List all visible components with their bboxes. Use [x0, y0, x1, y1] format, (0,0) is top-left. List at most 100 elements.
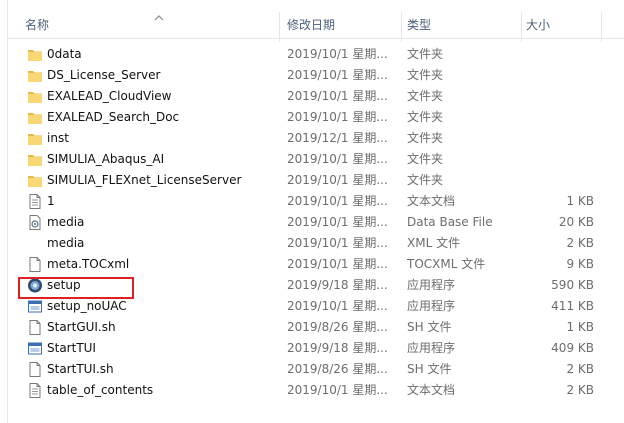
- folder-icon: [27, 172, 43, 189]
- xml-file-icon: [27, 235, 43, 252]
- file-date: 2019/12/1 星期...: [287, 131, 388, 145]
- folder-icon: [27, 130, 43, 147]
- file-name: StartGUI.sh: [47, 320, 116, 334]
- blank-file-icon: [27, 361, 43, 378]
- file-date: 2019/10/1 星期...: [287, 194, 388, 208]
- file-row[interactable]: table_of_contents 2019/10/1 星期... 文本文档 2 KB: [8, 380, 624, 401]
- file-type: 文件夹: [407, 47, 444, 61]
- file-type: 文件夹: [407, 89, 444, 103]
- file-date: 2019/10/1 星期...: [287, 173, 388, 187]
- file-size: [522, 170, 594, 191]
- file-size: 2 KB: [566, 383, 594, 397]
- column-header-bar: 名称 修改日期 类型 大小: [8, 8, 624, 42]
- file-size: [522, 65, 594, 86]
- file-type: 文件夹: [407, 152, 444, 166]
- file-name: table_of_contents: [47, 383, 154, 397]
- file-name: 1: [47, 194, 55, 208]
- file-row[interactable]: media 2019/10/1 星期... XML 文件 2 KB: [8, 233, 624, 254]
- column-divider[interactable]: [401, 12, 402, 42]
- file-type: 文件夹: [407, 68, 444, 82]
- file-name: meta.TOCxml: [47, 257, 130, 271]
- file-date: 2019/10/1 星期...: [287, 47, 388, 61]
- file-row[interactable]: 0data 2019/10/1 星期... 文件夹: [8, 44, 624, 65]
- column-header-type[interactable]: 类型: [407, 8, 517, 38]
- file-date: 2019/10/1 星期...: [287, 215, 388, 229]
- file-size: [522, 149, 594, 170]
- app-window-icon: [27, 340, 43, 357]
- file-type: 文本文档: [407, 194, 456, 208]
- file-date: 2019/10/1 星期...: [287, 383, 388, 397]
- file-size: 409 KB: [551, 341, 594, 355]
- file-row[interactable]: SIMULIA_Abaqus_AI 2019/10/1 星期... 文件夹: [8, 149, 624, 170]
- file-type: Data Base File: [407, 215, 493, 229]
- file-row[interactable]: SIMULIA_FLEXnet_LicenseServer 2019/10/1 星…: [8, 170, 624, 191]
- file-row[interactable]: StartTUI.sh 2019/8/26 星期... SH 文件 2 KB: [8, 359, 624, 380]
- file-size: [522, 128, 594, 149]
- file-size: [522, 107, 594, 128]
- file-type: 文件夹: [407, 110, 444, 124]
- file-size: 1 KB: [566, 320, 594, 334]
- file-row[interactable]: DS_License_Server 2019/10/1 星期... 文件夹: [8, 65, 624, 86]
- file-name: StartTUI.sh: [47, 362, 114, 376]
- file-date: 2019/10/1 星期...: [287, 89, 388, 103]
- file-type: TOCXML 文件: [407, 257, 486, 271]
- file-row[interactable]: 1 2019/10/1 星期... 文本文档 1 KB: [8, 191, 624, 212]
- blank-file-icon: [27, 319, 43, 336]
- file-row[interactable]: StartTUI 2019/9/18 星期... 应用程序 409 KB: [8, 338, 624, 359]
- file-row[interactable]: media 2019/10/1 星期... Data Base File 20 KB: [8, 212, 624, 233]
- file-type: 文件夹: [407, 173, 444, 187]
- file-name: EXALEAD_CloudView: [47, 89, 172, 103]
- file-date: 2019/8/26 星期...: [287, 362, 388, 376]
- text-document-icon: [27, 382, 43, 399]
- column-header-size[interactable]: 大小: [526, 8, 596, 38]
- file-date: 2019/10/1 星期...: [287, 299, 388, 313]
- file-type: 文件夹: [407, 131, 444, 145]
- file-type: 应用程序: [407, 341, 456, 355]
- file-type: SH 文件: [407, 320, 452, 334]
- file-row[interactable]: inst 2019/12/1 星期... 文件夹: [8, 128, 624, 149]
- column-divider[interactable]: [601, 12, 602, 42]
- file-size: 1 KB: [566, 194, 594, 208]
- folder-icon: [27, 46, 43, 63]
- database-file-icon: [27, 214, 43, 231]
- file-row[interactable]: EXALEAD_CloudView 2019/10/1 星期... 文件夹: [8, 86, 624, 107]
- file-date: 2019/10/1 星期...: [287, 110, 388, 124]
- file-name: EXALEAD_Search_Doc: [47, 110, 180, 124]
- column-divider[interactable]: [521, 12, 522, 42]
- blank-file-icon: [27, 256, 43, 273]
- file-name: StartTUI: [47, 341, 96, 355]
- file-size: [522, 86, 594, 107]
- file-name: media: [47, 236, 85, 250]
- file-row[interactable]: setup_noUAC 2019/10/1 星期... 应用程序 411 KB: [8, 296, 624, 317]
- file-row[interactable]: EXALEAD_Search_Doc 2019/10/1 星期... 文件夹: [8, 107, 624, 128]
- file-date: 2019/10/1 星期...: [287, 257, 388, 271]
- file-size: 9 KB: [566, 257, 594, 271]
- file-type: 应用程序: [407, 299, 456, 313]
- file-row[interactable]: meta.TOCxml 2019/10/1 星期... TOCXML 文件 9 KB: [8, 254, 624, 275]
- column-divider[interactable]: [279, 12, 280, 42]
- file-date: 2019/9/18 星期...: [287, 341, 388, 355]
- file-name: SIMULIA_FLEXnet_LicenseServer: [47, 173, 242, 187]
- file-date: 2019/10/1 星期...: [287, 236, 388, 250]
- file-type: 文本文档: [407, 383, 456, 397]
- file-row[interactable]: StartGUI.sh 2019/8/26 星期... SH 文件 1 KB: [8, 317, 624, 338]
- folder-icon: [27, 109, 43, 126]
- column-header-date[interactable]: 修改日期: [287, 8, 397, 38]
- folder-icon: [27, 67, 43, 84]
- file-date: 2019/8/26 星期...: [287, 320, 388, 334]
- file-type: 应用程序: [407, 278, 456, 292]
- folder-icon: [27, 88, 43, 105]
- file-type: SH 文件: [407, 362, 452, 376]
- file-date: 2019/10/1 星期...: [287, 68, 388, 82]
- file-name: media: [47, 215, 85, 229]
- column-header-name[interactable]: 名称: [25, 8, 275, 38]
- file-name: inst: [47, 131, 69, 145]
- file-name: 0data: [47, 47, 82, 61]
- file-size: 411 KB: [551, 299, 594, 313]
- file-name: SIMULIA_Abaqus_AI: [47, 152, 165, 166]
- highlight-box: [18, 277, 134, 299]
- file-name: setup_noUAC: [47, 299, 127, 313]
- file-size: 590 KB: [551, 278, 594, 292]
- file-date: 2019/9/18 星期...: [287, 278, 388, 292]
- text-document-icon: [27, 193, 43, 210]
